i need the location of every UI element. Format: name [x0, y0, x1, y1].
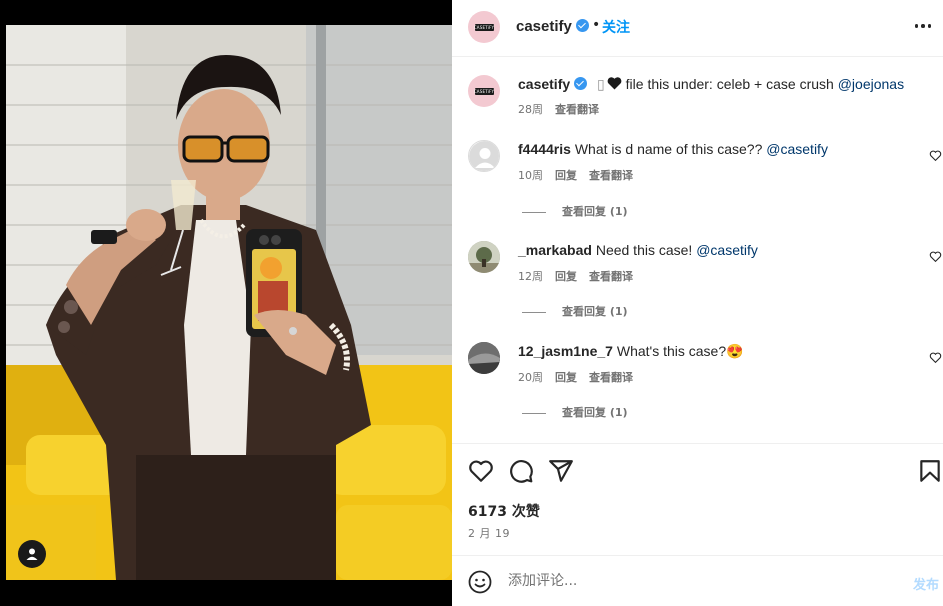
- verified-badge-icon: [574, 77, 588, 90]
- comment-text: _markabad Need this case! @casetify: [518, 242, 758, 258]
- commenter-username[interactable]: f4444ris: [518, 141, 571, 157]
- photo-illustration: [6, 25, 452, 580]
- view-replies-label[interactable]: 查看回复 (1): [562, 205, 628, 218]
- view-replies-label[interactable]: 查看回复 (1): [562, 406, 628, 419]
- default-avatar-icon: [469, 141, 499, 171]
- bookmark-icon[interactable]: [917, 458, 943, 484]
- avatar-logo-text: CASETiFY: [473, 24, 495, 30]
- comment-body: What's this case?: [612, 343, 727, 359]
- emoji-icon[interactable]: [468, 570, 492, 594]
- view-replies-label[interactable]: 查看回复 (1): [562, 305, 628, 318]
- like-comment-heart-icon[interactable]: [929, 149, 942, 162]
- likes-count[interactable]: 6173 次赞: [468, 501, 540, 521]
- caption-translate-button[interactable]: 查看翻译: [555, 103, 599, 116]
- commenter-avatar[interactable]: [468, 140, 500, 172]
- comment-text: 12_jasm1ne_7 What's this case?😍: [518, 343, 744, 360]
- caption-text: casetify ▯ file this under: celeb + case…: [518, 76, 904, 93]
- tagged-user-icon[interactable]: [18, 540, 46, 568]
- comment-text: f4444ris What is d name of this case?? @…: [518, 141, 828, 157]
- comment-input[interactable]: [508, 570, 888, 592]
- caption-meta: 28周 查看翻译: [518, 101, 611, 117]
- commenter-username[interactable]: 12_jasm1ne_7: [518, 343, 613, 359]
- add-comment-bar: 发布: [452, 555, 943, 606]
- author-avatar[interactable]: CASETiFY: [468, 11, 500, 43]
- caption-mention-link[interactable]: @joejonas: [838, 76, 904, 92]
- commenter-avatar[interactable]: [468, 342, 500, 374]
- view-replies-button[interactable]: 查看回复 (1): [522, 303, 628, 319]
- like-comment-heart-icon[interactable]: [929, 250, 942, 263]
- author-username-link[interactable]: casetify: [516, 18, 589, 35]
- translate-button[interactable]: 查看翻译: [589, 270, 633, 283]
- comment-meta: 20周 回复 查看翻译: [518, 369, 645, 385]
- commenter-username[interactable]: _markabad: [518, 242, 592, 258]
- comment-time[interactable]: 20周: [518, 371, 543, 384]
- reply-button[interactable]: 回复: [555, 371, 577, 384]
- comment-meta: 10周 回复 查看翻译: [518, 167, 645, 183]
- caption-emoji-mark: ▯: [597, 76, 605, 92]
- translate-button[interactable]: 查看翻译: [589, 371, 633, 384]
- comment-body: What is d name of this case??: [570, 141, 767, 157]
- comment-icon[interactable]: [508, 458, 534, 484]
- verified-badge-icon: [575, 19, 589, 32]
- author-username[interactable]: casetify: [516, 18, 572, 35]
- reply-button[interactable]: 回复: [555, 169, 577, 182]
- comment-meta: 12周 回复 查看翻译: [518, 268, 645, 284]
- commenter-photo: [468, 342, 500, 374]
- caption-avatar[interactable]: CASETiFY: [468, 75, 500, 107]
- header-separator: •: [592, 17, 601, 33]
- view-replies-button[interactable]: 查看回复 (1): [522, 203, 628, 219]
- comment-emoji: 😍: [726, 343, 744, 359]
- avatar-logo-text: CASETiFY: [473, 88, 495, 94]
- post-actions: 6173 次赞 2 月 19: [452, 443, 943, 555]
- translate-button[interactable]: 查看翻译: [589, 169, 633, 182]
- post-photo[interactable]: [6, 25, 452, 580]
- commenter-avatar[interactable]: [468, 241, 500, 273]
- comment-mention-link[interactable]: @casetify: [766, 141, 828, 157]
- post-date[interactable]: 2 月 19: [468, 525, 510, 541]
- comment-body: Need this case!: [591, 242, 697, 258]
- follow-button[interactable]: 关注: [602, 17, 630, 37]
- caption-username[interactable]: casetify: [518, 76, 570, 92]
- view-replies-button[interactable]: 查看回复 (1): [522, 404, 628, 420]
- post-detail-panel: CASETiFY casetify • 关注 CASETiFY casetify…: [452, 0, 943, 606]
- like-comment-heart-icon[interactable]: [929, 351, 942, 364]
- black-heart-icon: [607, 77, 622, 90]
- comment-time[interactable]: 12周: [518, 270, 543, 283]
- commenter-photo: [468, 241, 500, 273]
- caption-body: file this under: celeb + case crush: [621, 76, 838, 92]
- reply-button[interactable]: 回复: [555, 270, 577, 283]
- post-header: CASETiFY casetify • 关注: [452, 0, 943, 57]
- comment-mention-link[interactable]: @casetify: [696, 242, 758, 258]
- comment-time[interactable]: 10周: [518, 169, 543, 182]
- more-options-icon[interactable]: [914, 24, 931, 28]
- share-icon[interactable]: [548, 458, 574, 484]
- comments-list[interactable]: CASETiFY casetify ▯ file this under: cel…: [452, 57, 943, 443]
- post-comment-button[interactable]: 发布: [913, 574, 939, 593]
- caption-time[interactable]: 28周: [518, 103, 543, 116]
- post-media[interactable]: [0, 0, 452, 606]
- heart-icon[interactable]: [468, 458, 494, 484]
